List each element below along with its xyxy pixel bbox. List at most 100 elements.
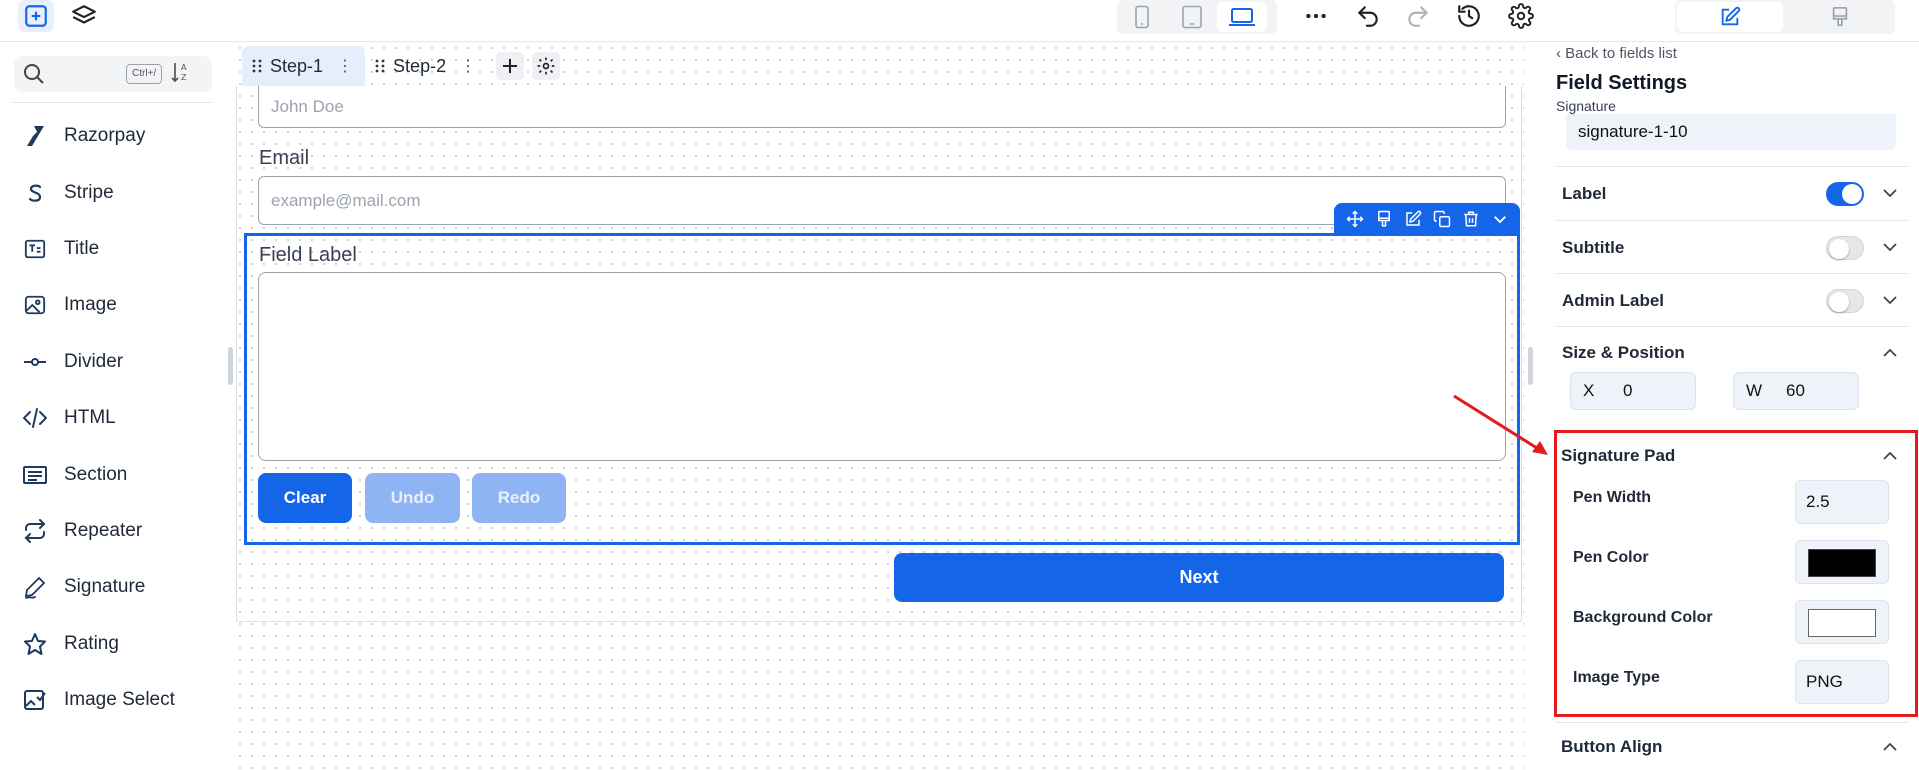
field-action-toolbar bbox=[1334, 203, 1520, 235]
back-to-fields-link[interactable]: ‹ Back to fields list bbox=[1556, 45, 1677, 62]
sidebar-item-image[interactable]: Image bbox=[0, 277, 232, 333]
tab-menu-icon[interactable]: ⋮ bbox=[337, 56, 353, 76]
image-type-label: Image Type bbox=[1573, 669, 1660, 686]
copy-icon[interactable] bbox=[1431, 208, 1453, 230]
razorpay-icon bbox=[27, 126, 44, 147]
sidebar-item-label: Rating bbox=[64, 632, 119, 654]
mobile-icon bbox=[1135, 5, 1149, 29]
sort-az-icon[interactable]: AZ bbox=[170, 60, 192, 84]
label-toggle[interactable] bbox=[1826, 181, 1864, 206]
chevron-up-icon[interactable] bbox=[1880, 446, 1900, 466]
sidebar-divider bbox=[12, 102, 212, 103]
tab-step-1[interactable]: Step-1 ⋮ bbox=[242, 46, 366, 86]
chevron-left-icon: ‹ bbox=[1556, 45, 1566, 62]
clear-button[interactable]: Clear bbox=[258, 473, 352, 523]
sidebar-item-repeater[interactable]: Repeater bbox=[0, 503, 232, 559]
x-value: 0 bbox=[1623, 381, 1633, 400]
sidebar-item-rating[interactable]: Rating bbox=[0, 616, 232, 672]
redo-signature-button[interactable]: Redo bbox=[472, 473, 566, 523]
sidebar-item-label: Divider bbox=[64, 350, 124, 372]
sidebar-resize-handle[interactable] bbox=[228, 347, 233, 385]
history-button[interactable] bbox=[1451, 0, 1487, 32]
chevron-down-icon[interactable] bbox=[1880, 183, 1900, 203]
more-button[interactable] bbox=[1298, 0, 1334, 32]
style-mode-button[interactable] bbox=[1787, 2, 1893, 32]
edit-icon[interactable] bbox=[1402, 208, 1424, 230]
sidebar-item-image-select[interactable]: Image Select bbox=[0, 672, 232, 728]
width-input[interactable]: W 60 bbox=[1733, 372, 1859, 410]
undo-signature-button[interactable]: Undo bbox=[365, 473, 460, 523]
row-label: Subtitle bbox=[1562, 237, 1625, 257]
layers-button[interactable] bbox=[66, 0, 102, 32]
admin-label-row[interactable]: Admin Label bbox=[1556, 273, 1908, 327]
subtitle-row[interactable]: Subtitle bbox=[1556, 220, 1908, 274]
style-brush-icon bbox=[1832, 7, 1848, 27]
add-element-button[interactable] bbox=[18, 0, 54, 32]
sidebar-item-label: Signature bbox=[64, 576, 146, 598]
pen-width-label: Pen Width bbox=[1573, 489, 1652, 506]
undo-button[interactable] bbox=[1350, 0, 1386, 32]
email-field[interactable]: example@mail.com bbox=[258, 176, 1506, 225]
mobile-view-button[interactable] bbox=[1117, 2, 1167, 32]
sidebar-item-stripe[interactable]: Stripe bbox=[0, 164, 232, 220]
top-toolbar bbox=[0, 0, 1919, 42]
chevron-down-icon[interactable] bbox=[1880, 237, 1900, 257]
sidebar-item-label: Repeater bbox=[64, 519, 143, 541]
search-icon bbox=[24, 64, 44, 84]
section-icon bbox=[23, 465, 47, 484]
x-label: X bbox=[1583, 381, 1595, 400]
annotation-arrow-icon bbox=[1453, 394, 1548, 455]
background-color-picker[interactable] bbox=[1795, 600, 1889, 644]
panel-resize-handle[interactable] bbox=[1528, 347, 1533, 385]
sidebar-item-divider[interactable]: Divider bbox=[0, 334, 232, 390]
undo-icon bbox=[1357, 6, 1378, 27]
field-id-input[interactable]: signature-1-10 bbox=[1566, 114, 1896, 150]
size-position-row[interactable]: Size & Position bbox=[1556, 326, 1908, 366]
signature-pad[interactable] bbox=[258, 272, 1506, 461]
subtitle-toggle[interactable] bbox=[1826, 235, 1864, 260]
divider-icon bbox=[24, 357, 46, 366]
panel-title: Field Settings bbox=[1556, 72, 1688, 94]
next-button[interactable]: Next bbox=[894, 553, 1504, 602]
admin-label-toggle[interactable] bbox=[1826, 288, 1864, 313]
sidebar-item-razorpay[interactable]: Razorpay bbox=[0, 108, 232, 164]
style-brush-icon[interactable] bbox=[1373, 208, 1395, 230]
back-link-label: Back to fields list bbox=[1565, 45, 1677, 62]
tablet-view-button[interactable] bbox=[1167, 2, 1217, 32]
chevron-up-icon[interactable] bbox=[1880, 737, 1900, 757]
drag-grip-icon bbox=[252, 59, 262, 73]
pen-color-label: Pen Color bbox=[1573, 549, 1649, 566]
section-divider bbox=[1556, 722, 1908, 723]
tab-step-2[interactable]: Step-2 ⋮ bbox=[365, 46, 488, 86]
email-label: Email bbox=[259, 147, 310, 169]
device-switcher bbox=[1117, 0, 1277, 34]
sidebar-item-html[interactable]: HTML bbox=[0, 390, 232, 446]
signature-field-label: Field Label bbox=[259, 244, 357, 266]
sidebar-item-title[interactable]: Title bbox=[0, 221, 232, 277]
title-icon bbox=[24, 239, 46, 259]
sidebar-item-signature[interactable]: Signature bbox=[0, 559, 232, 615]
tablet-icon bbox=[1182, 5, 1202, 29]
trash-icon[interactable] bbox=[1460, 208, 1482, 230]
chevron-down-icon[interactable] bbox=[1880, 290, 1900, 310]
label-row[interactable]: Label bbox=[1556, 166, 1908, 220]
step-settings-button[interactable] bbox=[532, 52, 561, 80]
edit-mode-button[interactable] bbox=[1677, 2, 1783, 32]
settings-button[interactable] bbox=[1503, 0, 1539, 32]
move-icon[interactable] bbox=[1344, 208, 1366, 230]
image-type-select[interactable]: PNG bbox=[1795, 660, 1889, 704]
chevron-up-icon[interactable] bbox=[1880, 343, 1900, 363]
chevron-down-icon[interactable] bbox=[1489, 208, 1511, 230]
pen-color-picker[interactable] bbox=[1795, 540, 1889, 584]
sidebar-item-label: Section bbox=[64, 463, 128, 485]
desktop-view-button[interactable] bbox=[1217, 2, 1267, 32]
pen-width-input[interactable]: 2.5 bbox=[1795, 480, 1889, 524]
sidebar-item-label: Image bbox=[64, 294, 117, 316]
name-field[interactable]: John Doe bbox=[258, 86, 1506, 128]
x-position-input[interactable]: X 0 bbox=[1570, 372, 1696, 410]
redo-button[interactable] bbox=[1400, 0, 1436, 32]
tab-menu-icon[interactable]: ⋮ bbox=[460, 56, 476, 76]
step-tabs: Step-1 ⋮ Step-2 ⋮ bbox=[242, 46, 561, 86]
sidebar-item-section[interactable]: Section bbox=[0, 446, 232, 502]
add-step-button[interactable] bbox=[496, 52, 525, 80]
